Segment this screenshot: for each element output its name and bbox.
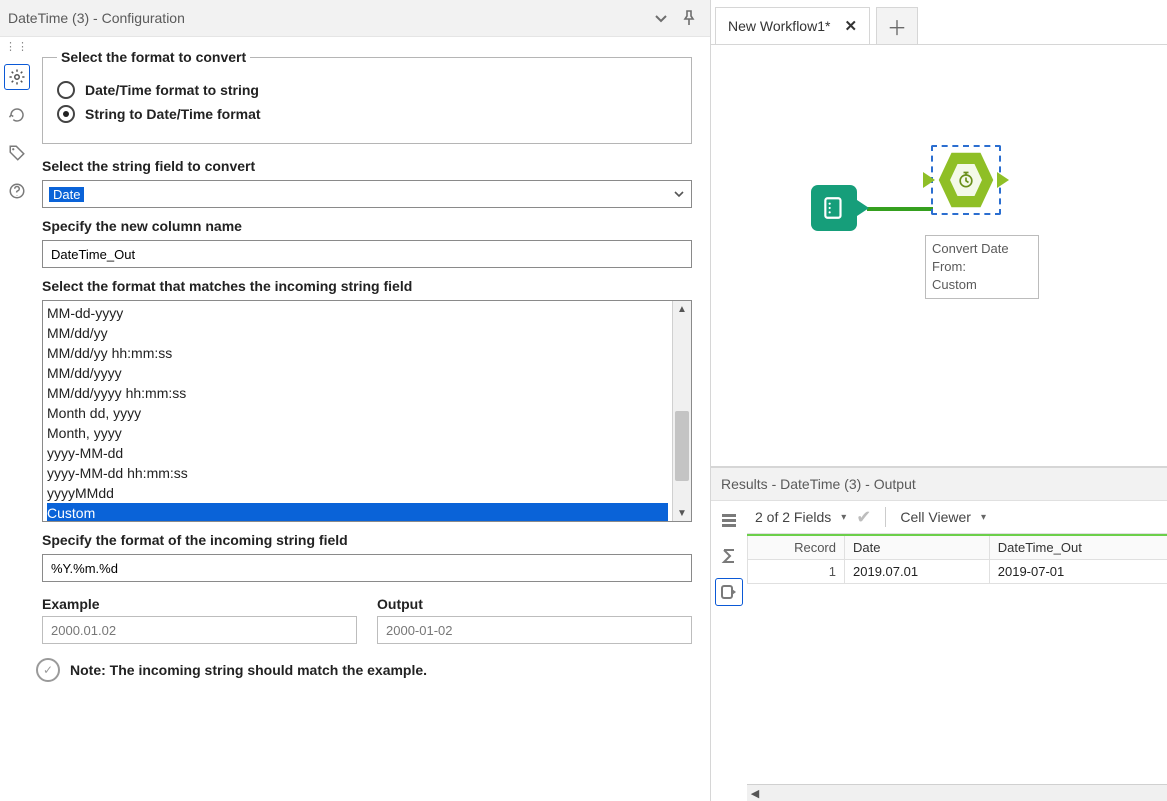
output-anchor-icon[interactable] [857, 200, 869, 216]
config-panel-header: DateTime (3) - Configuration [0, 0, 710, 37]
list-item[interactable]: yyyy-MM-dd [47, 443, 668, 463]
string-field-value: Date [49, 187, 84, 202]
note-text: Note: The incoming string should match t… [70, 662, 427, 678]
horizontal-scrollbar[interactable]: ◀ [747, 784, 1167, 801]
custom-format-label: Specify the format of the incoming strin… [42, 532, 692, 548]
collapse-icon[interactable] [650, 7, 672, 29]
datetime-tool-label: Convert Date From: Custom [925, 235, 1039, 299]
drag-handle-icon[interactable]: ⋮⋮ [5, 45, 29, 49]
chevron-down-icon[interactable]: ▾ [841, 512, 846, 523]
list-item[interactable]: yyyy-MM-dd hh:mm:ss [47, 463, 668, 483]
listbox-scrollbar[interactable]: ▲ ▼ [672, 301, 691, 521]
workflow-tab-bar: New Workflow1* ✕ ＋ [711, 0, 1167, 45]
gear-icon[interactable] [5, 65, 29, 89]
sigma-icon[interactable] [716, 543, 742, 569]
plus-icon: ＋ [887, 12, 907, 41]
grid-cell: 2019-07-01 [989, 560, 1167, 584]
custom-format-input-wrap [42, 554, 692, 582]
close-icon[interactable]: ✕ [844, 17, 857, 35]
results-side-toolbar [711, 501, 747, 801]
datetime-tool-icon [937, 151, 995, 209]
format-list-label: Select the format that matches the incom… [42, 278, 692, 294]
separator [885, 507, 886, 527]
apply-check-icon[interactable]: ✔ [856, 507, 871, 528]
new-column-label: Specify the new column name [42, 218, 692, 234]
chevron-down-icon [673, 188, 685, 200]
results-grid[interactable]: Record Date DateTime_Out 1 2019.07.01 20… [747, 534, 1167, 584]
rows-icon[interactable] [716, 507, 742, 533]
config-form: Select the format to convert Date/Time f… [34, 37, 710, 801]
format-convert-legend: Select the format to convert [57, 49, 250, 65]
results-toolbar: 2 of 2 Fields ▾ ✔ Cell Viewer ▾ [747, 501, 1167, 534]
check-circle-icon: ✓ [36, 658, 60, 682]
list-item[interactable]: Month, yyyy [47, 423, 668, 443]
grid-header-cell[interactable]: Date [845, 535, 990, 560]
output-label: Output [377, 596, 692, 612]
refresh-icon[interactable] [5, 103, 29, 127]
workflow-tab[interactable]: New Workflow1* ✕ [715, 7, 870, 44]
list-item[interactable]: MM/dd/yy hh:mm:ss [47, 343, 668, 363]
list-item[interactable]: Month dd, yyyy [47, 403, 668, 423]
scroll-thumb[interactable] [675, 411, 689, 481]
output-value: 2000-01-02 [377, 616, 692, 644]
radio-icon [57, 105, 75, 123]
string-field-label: Select the string field to convert [42, 158, 692, 174]
list-item[interactable]: MM/dd/yyyy hh:mm:ss [47, 383, 668, 403]
tag-icon[interactable] [5, 141, 29, 165]
grid-cell: 1 [748, 560, 845, 584]
new-column-input-wrap [42, 240, 692, 268]
example-label: Example [42, 596, 357, 612]
output-anchor-icon[interactable] [997, 172, 1009, 188]
connection-line [867, 207, 933, 211]
right-pane: New Workflow1* ✕ ＋ [711, 0, 1167, 801]
list-item[interactable]: yyyyMMdd [47, 483, 668, 503]
scroll-up-icon[interactable]: ▲ [673, 301, 691, 317]
input-tool-icon [811, 185, 857, 231]
custom-format-input[interactable] [49, 560, 685, 577]
radio-label: String to Date/Time format [85, 106, 261, 122]
list-item[interactable]: MM/dd/yy [47, 323, 668, 343]
cell-viewer-label[interactable]: Cell Viewer [900, 509, 971, 525]
results-panel: 2 of 2 Fields ▾ ✔ Cell Viewer ▾ Record D… [711, 501, 1167, 801]
new-column-input[interactable] [49, 246, 685, 263]
format-listbox[interactable]: MM-dd-yyyyMM/dd/yyMM/dd/yy hh:mm:ssMM/dd… [42, 300, 692, 522]
list-item[interactable]: MM-dd-yyyy [47, 303, 668, 323]
radio-icon [57, 81, 75, 99]
format-convert-group: Select the format to convert Date/Time f… [42, 49, 692, 144]
radio-datetime-to-string[interactable]: Date/Time format to string [57, 81, 677, 99]
grid-header-cell[interactable]: DateTime_Out [989, 535, 1167, 560]
add-tab-button[interactable]: ＋ [876, 7, 918, 44]
help-icon[interactable] [5, 179, 29, 203]
input-anchor-icon[interactable] [923, 172, 935, 188]
configuration-panel: DateTime (3) - Configuration ⋮⋮ [0, 0, 711, 801]
workflow-canvas[interactable]: Convert Date From: Custom [711, 45, 1167, 467]
grid-header-cell[interactable]: Record [748, 535, 845, 560]
example-value: 2000.01.02 [42, 616, 357, 644]
scroll-down-icon[interactable]: ▼ [673, 505, 691, 521]
results-panel-header: Results - DateTime (3) - Output [711, 467, 1167, 501]
grid-cell: 2019.07.01 [845, 560, 990, 584]
output-anchor-view-icon[interactable] [716, 579, 742, 605]
table-row[interactable]: 1 2019.07.01 2019-07-01 [748, 560, 1167, 584]
radio-label: Date/Time format to string [85, 82, 259, 98]
results-title: Results - DateTime (3) - Output [721, 476, 916, 492]
list-item[interactable]: Custom [47, 503, 668, 521]
side-toolbar: ⋮⋮ [0, 37, 34, 801]
input-tool[interactable] [811, 185, 857, 231]
pin-icon[interactable] [678, 7, 700, 29]
radio-string-to-datetime[interactable]: String to Date/Time format [57, 105, 677, 123]
string-field-select[interactable]: Date [42, 180, 692, 208]
workflow-tab-label: New Workflow1* [728, 18, 830, 34]
chevron-down-icon[interactable]: ▾ [981, 512, 986, 523]
grid-header-row: Record Date DateTime_Out [748, 535, 1167, 560]
list-item[interactable]: MM/dd/yyyy [47, 363, 668, 383]
fields-summary[interactable]: 2 of 2 Fields [755, 509, 831, 525]
config-panel-title: DateTime (3) - Configuration [8, 10, 644, 26]
scroll-left-icon[interactable]: ◀ [747, 787, 763, 800]
datetime-tool[interactable] [931, 145, 1001, 215]
